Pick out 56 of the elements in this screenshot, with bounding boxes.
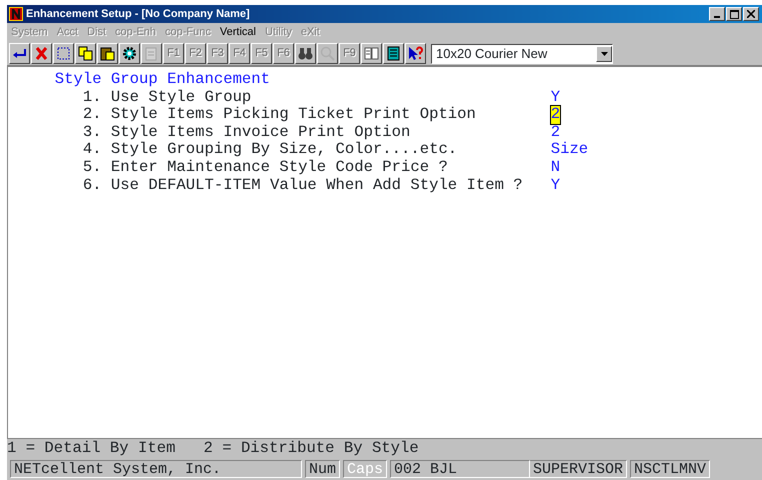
status-panel: 002 BJL bbox=[390, 460, 530, 478]
screen-button[interactable] bbox=[383, 43, 404, 64]
binoculars-icon bbox=[297, 45, 314, 62]
window-title: Enhancement Setup - [No Company Name] bbox=[26, 6, 250, 22]
close-icon bbox=[747, 10, 755, 18]
screen-icon bbox=[385, 45, 402, 62]
maximize-icon bbox=[730, 10, 738, 18]
field-label: Use Style Group bbox=[110, 88, 252, 106]
minimize-button[interactable] bbox=[709, 7, 725, 21]
caret-icon bbox=[600, 52, 608, 56]
book-icon bbox=[363, 45, 380, 62]
status-panel: NSCTLMNV bbox=[630, 460, 710, 478]
copy-icon bbox=[77, 45, 94, 62]
copy-button[interactable] bbox=[75, 43, 96, 64]
magnifier-icon bbox=[319, 45, 336, 62]
form-heading: Style Group Enhancement bbox=[54, 71, 270, 89]
status-panel: SUPERVISOR bbox=[530, 460, 628, 478]
field-value[interactable]: 2 bbox=[550, 106, 560, 124]
help-pointer-icon bbox=[407, 45, 424, 62]
item-number: 2. bbox=[82, 106, 103, 124]
field-label: Style Grouping By Size, Color....etc. bbox=[110, 141, 458, 159]
status-panel: NETcellent System, Inc. bbox=[10, 460, 302, 478]
item-number: 6. bbox=[82, 176, 103, 194]
binoculars-button[interactable] bbox=[295, 43, 316, 64]
paste-icon bbox=[99, 45, 116, 62]
book-button[interactable] bbox=[361, 43, 382, 64]
menu-item[interactable]: Vertical bbox=[220, 24, 256, 41]
field-label: Enter Maintenance Style Code Price ? bbox=[110, 158, 449, 177]
font-dropdown[interactable]: 10x20 Courier New bbox=[431, 44, 613, 64]
gear-icon bbox=[121, 45, 138, 62]
item-number: 1. bbox=[82, 88, 103, 106]
field-label: Style Items Picking Ticket Print Option bbox=[110, 106, 477, 124]
field-label: Use DEFAULT-ITEM Value When Add Style Item ? bbox=[110, 176, 524, 194]
app-logo-icon bbox=[9, 7, 23, 21]
cancel-button[interactable] bbox=[31, 43, 52, 64]
enter-arrow-button[interactable] bbox=[9, 43, 30, 64]
field-value[interactable]: Size bbox=[550, 141, 588, 159]
field-value[interactable]: Y bbox=[550, 176, 560, 194]
field-value[interactable]: N bbox=[550, 158, 560, 177]
field-label: Style Items Invoice Print Option bbox=[110, 124, 412, 142]
item-number: 4. bbox=[82, 141, 103, 159]
selection-button[interactable] bbox=[53, 43, 74, 64]
maximize-button[interactable] bbox=[726, 7, 742, 21]
status-panel: Caps bbox=[343, 460, 388, 478]
close-button[interactable] bbox=[743, 7, 759, 21]
gear-button[interactable] bbox=[119, 43, 140, 64]
paste-button[interactable] bbox=[97, 43, 118, 64]
item-number: 3. bbox=[82, 124, 103, 142]
help-pointer-button[interactable] bbox=[405, 43, 426, 64]
status-panel: Num bbox=[305, 460, 340, 478]
field-value[interactable]: Y bbox=[550, 88, 560, 106]
field-value[interactable]: 2 bbox=[550, 124, 560, 142]
item-number: 5. bbox=[82, 158, 103, 177]
selection-icon bbox=[55, 45, 72, 62]
hint-line: 1 = Detail By Item 2 = Distribute By Style bbox=[7, 439, 420, 458]
cancel-icon bbox=[33, 45, 50, 62]
